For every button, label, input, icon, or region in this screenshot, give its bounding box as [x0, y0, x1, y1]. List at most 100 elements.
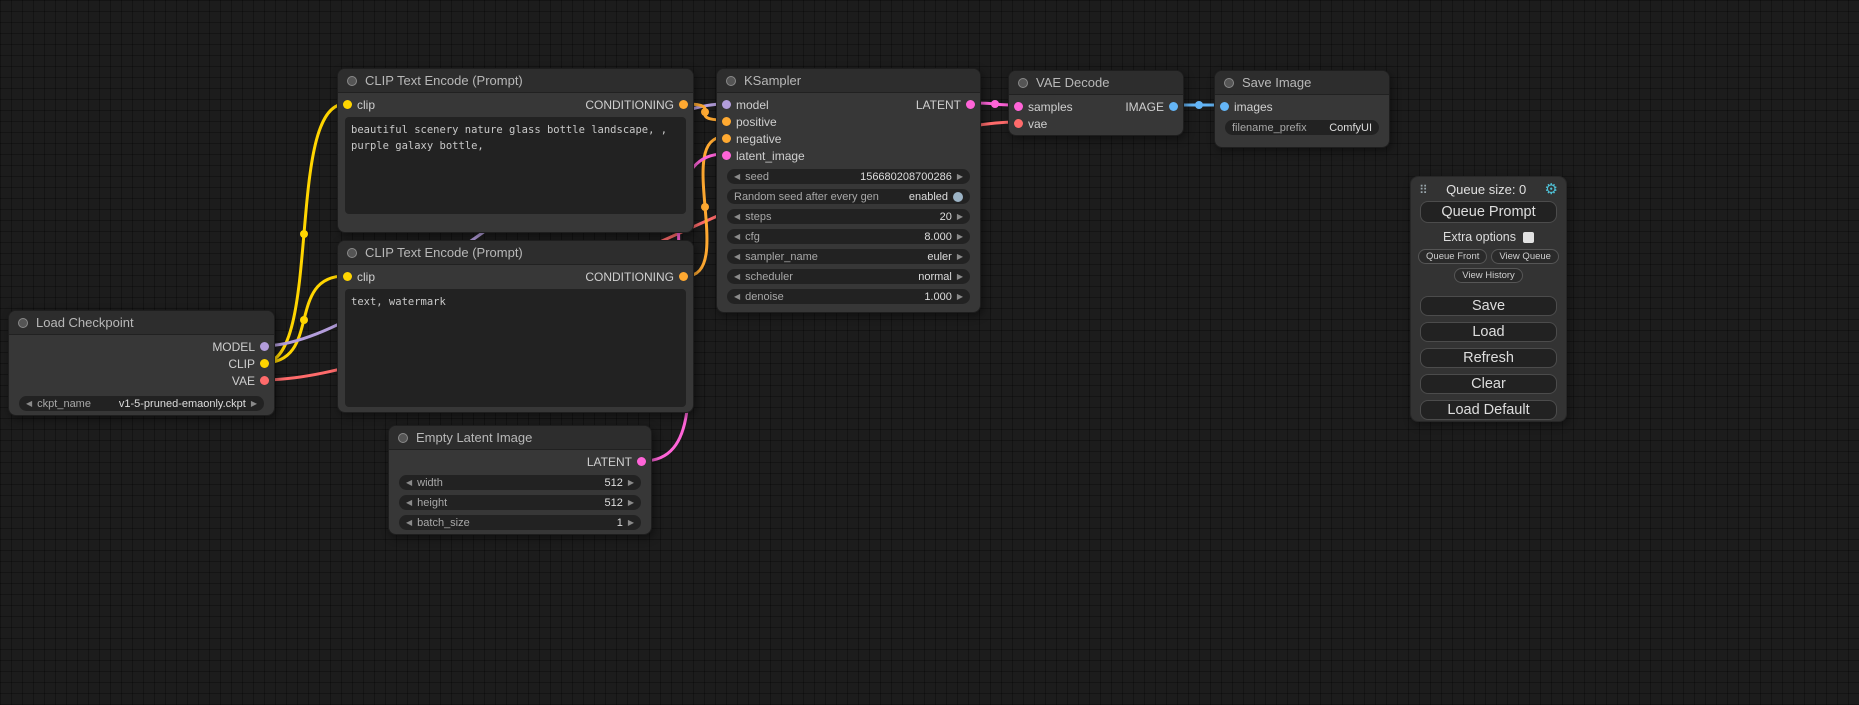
extra-options-checkbox[interactable]	[1523, 232, 1534, 243]
height-widget[interactable]: ◀ height 512 ▶	[399, 495, 641, 510]
latent-output-socket[interactable]	[637, 457, 646, 466]
decrement-arrow-icon[interactable]: ◀	[734, 213, 740, 221]
samples-input-socket[interactable]	[1014, 102, 1023, 111]
decrement-arrow-icon[interactable]: ◀	[734, 253, 740, 261]
positive-input-slot[interactable]: positive	[722, 115, 777, 129]
node-ksampler[interactable]: KSampler model LATENT positive negative	[716, 68, 981, 313]
collapse-dot[interactable]	[398, 433, 408, 443]
negative-prompt-textarea[interactable]: text, watermark	[345, 289, 686, 407]
increment-arrow-icon[interactable]: ▶	[628, 519, 634, 527]
image-output-socket[interactable]	[1169, 102, 1178, 111]
queue-front-button[interactable]: Queue Front	[1418, 249, 1487, 264]
increment-arrow-icon[interactable]: ▶	[957, 253, 963, 261]
settings-gear-icon[interactable]: ⚙	[1545, 182, 1558, 197]
save-button[interactable]: Save	[1420, 296, 1557, 316]
decrement-arrow-icon[interactable]: ◀	[406, 499, 412, 507]
decrement-arrow-icon[interactable]: ◀	[406, 479, 412, 487]
samples-input-slot[interactable]: samples	[1014, 100, 1073, 114]
conditioning-output-socket[interactable]	[679, 100, 688, 109]
node-clip-text-encode-negative[interactable]: CLIP Text Encode (Prompt) clip CONDITION…	[337, 240, 694, 413]
collapse-dot[interactable]	[18, 318, 28, 328]
image-output-slot[interactable]: IMAGE	[1125, 100, 1178, 114]
model-output-socket[interactable]	[260, 342, 269, 351]
node-title-bar[interactable]: Load Checkpoint	[9, 311, 274, 335]
node-title-bar[interactable]: Save Image	[1215, 71, 1389, 95]
clip-input-slot[interactable]: clip	[343, 270, 375, 284]
collapse-dot[interactable]	[1224, 78, 1234, 88]
decrement-arrow-icon[interactable]: ◀	[734, 233, 740, 241]
toggle-knob[interactable]	[953, 192, 963, 202]
random-seed-toggle-widget[interactable]: Random seed after every gen enabled	[727, 189, 970, 204]
load-default-button[interactable]: Load Default	[1420, 400, 1557, 420]
decrement-arrow-icon[interactable]: ◀	[734, 293, 740, 301]
conditioning-output-slot[interactable]: CONDITIONING	[585, 98, 688, 112]
node-clip-text-encode-positive[interactable]: CLIP Text Encode (Prompt) clip CONDITION…	[337, 68, 694, 233]
collapse-dot[interactable]	[726, 76, 736, 86]
filename-prefix-widget[interactable]: filename_prefix ComfyUI	[1225, 120, 1379, 135]
vae-input-slot[interactable]: vae	[1014, 117, 1047, 131]
node-load-checkpoint[interactable]: Load Checkpoint MODEL CLIP VAE ◀ ckpt_na…	[8, 310, 275, 416]
queue-panel[interactable]: ⠿ Queue size: 0 ⚙ Queue Prompt Extra opt…	[1410, 176, 1567, 422]
steps-widget[interactable]: ◀ steps 20 ▶	[727, 209, 970, 224]
increment-arrow-icon[interactable]: ▶	[957, 273, 963, 281]
node-title-bar[interactable]: CLIP Text Encode (Prompt)	[338, 69, 693, 93]
seed-widget[interactable]: ◀ seed 156680208700286 ▶	[727, 169, 970, 184]
clear-button[interactable]: Clear	[1420, 374, 1557, 394]
node-title-bar[interactable]: VAE Decode	[1009, 71, 1183, 95]
clip-input-socket[interactable]	[343, 100, 352, 109]
conditioning-output-socket[interactable]	[679, 272, 688, 281]
cfg-widget[interactable]: ◀ cfg 8.000 ▶	[727, 229, 970, 244]
increment-arrow-icon[interactable]: ▶	[628, 499, 634, 507]
clip-input-slot[interactable]: clip	[343, 98, 375, 112]
increment-arrow-icon[interactable]: ▶	[957, 233, 963, 241]
model-input-slot[interactable]: model	[722, 98, 769, 112]
width-widget[interactable]: ◀ width 512 ▶	[399, 475, 641, 490]
batch-size-widget[interactable]: ◀ batch_size 1 ▶	[399, 515, 641, 530]
vae-input-socket[interactable]	[1014, 119, 1023, 128]
latent-image-input-slot[interactable]: latent_image	[722, 149, 805, 163]
increment-arrow-icon[interactable]: ▶	[628, 479, 634, 487]
decrement-arrow-icon[interactable]: ◀	[406, 519, 412, 527]
decrement-arrow-icon[interactable]: ◀	[734, 273, 740, 281]
latent-output-slot[interactable]: LATENT	[916, 98, 975, 112]
conditioning-output-slot[interactable]: CONDITIONING	[585, 270, 688, 284]
node-title-bar[interactable]: KSampler	[717, 69, 980, 93]
model-input-socket[interactable]	[722, 100, 731, 109]
increment-arrow-icon[interactable]: ▶	[957, 293, 963, 301]
increment-arrow-icon[interactable]: ▶	[251, 400, 257, 408]
collapse-dot[interactable]	[347, 248, 357, 258]
load-button[interactable]: Load	[1420, 322, 1557, 342]
view-history-button[interactable]: View History	[1454, 268, 1523, 283]
node-save-image[interactable]: Save Image images filename_prefix ComfyU…	[1214, 70, 1390, 148]
negative-input-socket[interactable]	[722, 134, 731, 143]
latent-image-input-socket[interactable]	[722, 151, 731, 160]
vae-output-socket[interactable]	[260, 376, 269, 385]
negative-input-slot[interactable]: negative	[722, 132, 781, 146]
clip-input-socket[interactable]	[343, 272, 352, 281]
node-vae-decode[interactable]: VAE Decode samples IMAGE vae	[1008, 70, 1184, 136]
scheduler-widget[interactable]: ◀ scheduler normal ▶	[727, 269, 970, 284]
increment-arrow-icon[interactable]: ▶	[957, 213, 963, 221]
increment-arrow-icon[interactable]: ▶	[957, 173, 963, 181]
latent-output-socket[interactable]	[966, 100, 975, 109]
clip-output-slot[interactable]: CLIP	[228, 357, 269, 371]
ckpt-name-widget[interactable]: ◀ ckpt_name v1-5-pruned-emaonly.ckpt ▶	[19, 396, 264, 411]
collapse-dot[interactable]	[347, 76, 357, 86]
node-title-bar[interactable]: CLIP Text Encode (Prompt)	[338, 241, 693, 265]
sampler-name-widget[interactable]: ◀ sampler_name euler ▶	[727, 249, 970, 264]
queue-prompt-button[interactable]: Queue Prompt	[1420, 201, 1557, 223]
decrement-arrow-icon[interactable]: ◀	[26, 400, 32, 408]
model-output-slot[interactable]: MODEL	[212, 340, 269, 354]
view-queue-button[interactable]: View Queue	[1491, 249, 1559, 264]
images-input-slot[interactable]: images	[1220, 100, 1273, 114]
denoise-widget[interactable]: ◀ denoise 1.000 ▶	[727, 289, 970, 304]
vae-output-slot[interactable]: VAE	[232, 374, 269, 388]
collapse-dot[interactable]	[1018, 78, 1028, 88]
positive-input-socket[interactable]	[722, 117, 731, 126]
drag-handle-icon[interactable]: ⠿	[1419, 183, 1428, 197]
clip-output-socket[interactable]	[260, 359, 269, 368]
latent-output-slot[interactable]: LATENT	[587, 455, 646, 469]
refresh-button[interactable]: Refresh	[1420, 348, 1557, 368]
decrement-arrow-icon[interactable]: ◀	[734, 173, 740, 181]
node-title-bar[interactable]: Empty Latent Image	[389, 426, 651, 450]
